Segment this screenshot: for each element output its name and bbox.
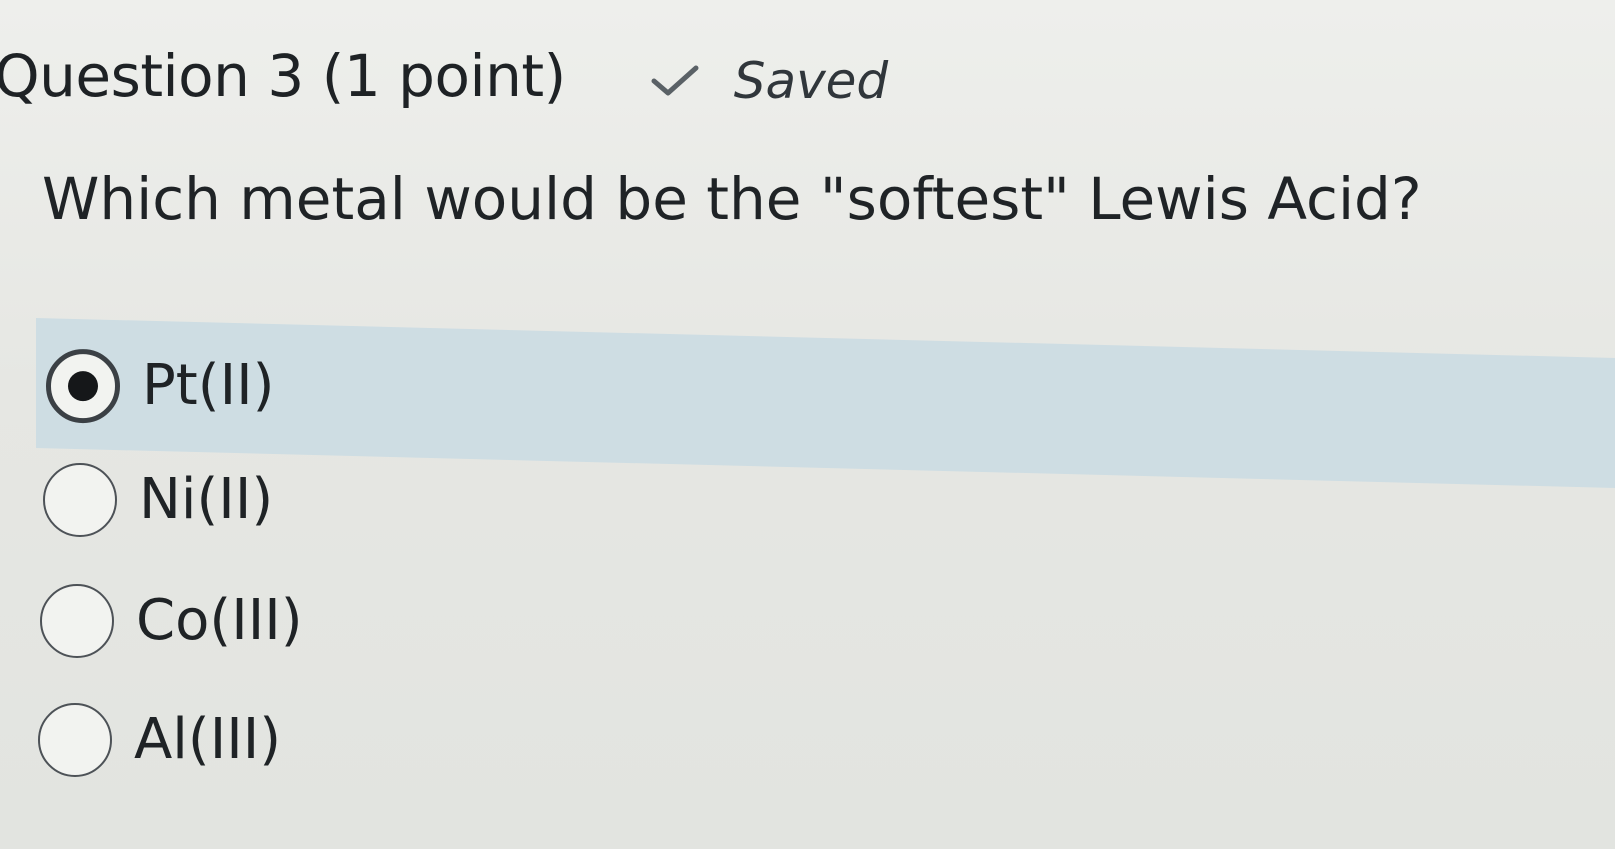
option-row-al-iii[interactable]: Al(III) bbox=[38, 703, 281, 777]
radio-empty-icon[interactable] bbox=[38, 703, 112, 777]
radio-empty-icon[interactable] bbox=[43, 463, 117, 537]
radio-empty-icon[interactable] bbox=[40, 584, 114, 658]
option-row-ni-ii[interactable]: Ni(II) bbox=[43, 463, 273, 537]
option-co-iii[interactable]: Co(III) bbox=[40, 584, 303, 658]
option-row-co-iii[interactable]: Co(III) bbox=[40, 584, 303, 658]
quiz-question-screen: Question 3 (1 point) Saved Which metal w… bbox=[0, 0, 1615, 849]
radio-selected-icon[interactable] bbox=[46, 349, 120, 424]
option-al-iii[interactable]: Al(III) bbox=[38, 703, 281, 777]
option-row-pt-ii[interactable]: Pt(II) bbox=[46, 349, 275, 424]
option-label-al-iii: Al(III) bbox=[134, 707, 282, 772]
option-ni-ii[interactable]: Ni(II) bbox=[43, 463, 273, 537]
option-label-co-iii: Co(III) bbox=[136, 588, 303, 653]
option-label-ni-ii: Ni(II) bbox=[139, 467, 274, 532]
answer-options: Pt(II) Ni(II) Co(III) Al(III) bbox=[0, 0, 1615, 849]
option-label-pt-ii: Pt(II) bbox=[142, 353, 275, 419]
